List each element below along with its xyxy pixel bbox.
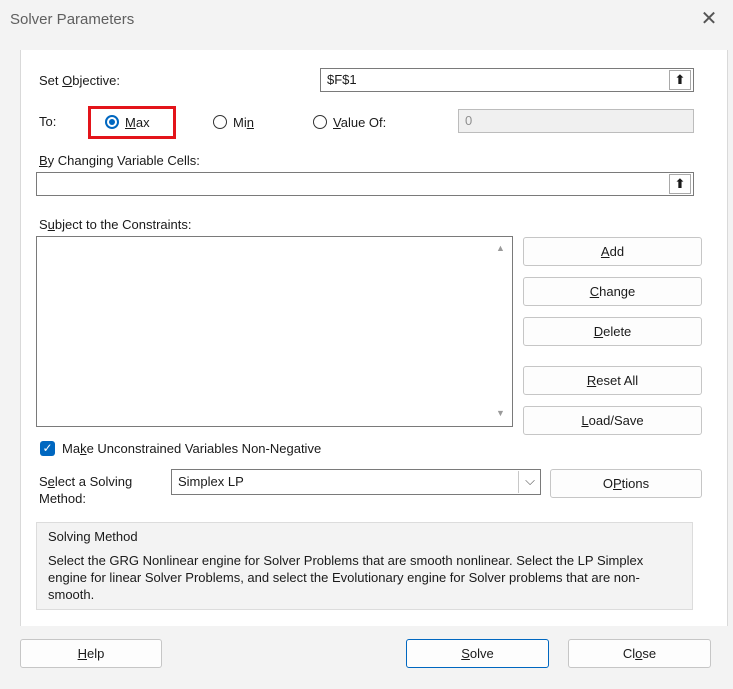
label-text: S: [39, 474, 48, 489]
max-radio[interactable]: [105, 115, 119, 129]
options-button[interactable]: OPtions: [550, 469, 702, 498]
label-text: eset All: [596, 373, 639, 388]
changing-cells-ref-button[interactable]: ⬆: [669, 174, 691, 194]
label-text: tions: [621, 476, 650, 491]
label-text: elp: [87, 646, 105, 661]
label-key: e: [47, 474, 55, 489]
label-text: elete: [603, 324, 632, 339]
objective-value: $F$1: [327, 72, 357, 87]
label-key: R: [586, 373, 597, 388]
solving-method-select[interactable]: Simplex LP: [171, 469, 541, 495]
label-key: O: [62, 73, 73, 88]
label-key: H: [77, 646, 88, 661]
label-key: n: [246, 115, 254, 130]
solving-method-label: Select a Solving Method:: [39, 473, 132, 507]
window-title: Solver Parameters: [10, 11, 135, 28]
label-text: y Changing Variable Cells:: [47, 153, 200, 168]
label-text: lect a Solving: [54, 474, 133, 489]
solving-method-value: Simplex LP: [178, 474, 244, 489]
info-heading: Solving Method: [48, 529, 138, 544]
label-text: olve: [469, 646, 494, 661]
label-text: Ma: [62, 441, 81, 456]
label-key: S: [461, 646, 470, 661]
label-key: V: [333, 115, 341, 130]
scroll-down-icon[interactable]: ▼: [496, 408, 505, 418]
value-of-radio[interactable]: [313, 115, 327, 129]
label-text: oad/Save: [588, 413, 644, 428]
delete-button[interactable]: Delete: [523, 317, 702, 346]
max-label[interactable]: Max: [125, 115, 150, 130]
label-key: A: [600, 244, 610, 259]
nonneg-checkbox[interactable]: ✓: [40, 441, 55, 456]
reset-all-button[interactable]: Reset All: [523, 366, 702, 395]
label-text: Method:: [39, 491, 86, 506]
label-key: P: [612, 476, 622, 491]
label-key: L: [581, 413, 589, 428]
collapse-dialog-icon: ⬆: [674, 72, 686, 87]
close-button[interactable]: Close: [568, 639, 711, 668]
scroll-up-icon[interactable]: ▲: [496, 243, 505, 253]
close-window-icon[interactable]: ✕: [698, 8, 720, 30]
checkmark-icon: ✓: [42, 441, 53, 455]
to-label: To:: [39, 114, 57, 129]
changing-cells-field[interactable]: [36, 172, 694, 196]
constraints-label: Subject to the Constraints:: [39, 217, 191, 232]
label-text: hange: [599, 284, 636, 299]
load-save-button[interactable]: Load/Save: [523, 406, 702, 435]
label-key: D: [593, 324, 604, 339]
label-text: S: [39, 217, 48, 232]
label-key: u: [47, 217, 55, 232]
help-button[interactable]: Help: [20, 639, 162, 668]
constraints-list[interactable]: [36, 236, 513, 427]
label-text: se: [642, 646, 657, 661]
collapse-dialog-icon: ⬆: [674, 176, 686, 191]
label-key: M: [125, 115, 136, 130]
value-of-value: 0: [465, 113, 473, 128]
value-of-label[interactable]: Value Of:: [333, 115, 386, 130]
label-text: O: [602, 476, 613, 491]
objective-ref-button[interactable]: ⬆: [669, 70, 691, 90]
chevron-down-icon[interactable]: ⌵: [518, 471, 541, 493]
add-button[interactable]: Add: [523, 237, 702, 266]
label-text: bjective:: [72, 73, 120, 88]
label-text: Mi: [233, 115, 247, 130]
changing-cells-label: By Changing Variable Cells:: [39, 153, 200, 168]
label-text: Set: [39, 73, 63, 88]
solve-button[interactable]: Solve: [406, 639, 549, 668]
label-text: e Unconstrained Variables Non-Negative: [86, 441, 322, 456]
label-text: ax: [135, 115, 150, 130]
label-text: dd: [609, 244, 625, 259]
nonneg-label[interactable]: Make Unconstrained Variables Non-Negativ…: [62, 441, 321, 456]
info-text: Select the GRG Nonlinear engine for Solv…: [48, 553, 644, 602]
value-of-field[interactable]: 0: [458, 109, 694, 133]
set-objective-label: Set Objective:: [39, 73, 120, 88]
label-key: B: [39, 153, 48, 168]
label-key: C: [589, 284, 600, 299]
label-text: bject to the Constraints:: [54, 217, 192, 232]
label-text: Cl: [622, 646, 636, 661]
change-button[interactable]: Change: [523, 277, 702, 306]
min-label[interactable]: Min: [233, 115, 254, 130]
objective-field[interactable]: $F$1: [320, 68, 694, 92]
min-radio[interactable]: [213, 115, 227, 129]
label-text: alue Of:: [340, 115, 387, 130]
